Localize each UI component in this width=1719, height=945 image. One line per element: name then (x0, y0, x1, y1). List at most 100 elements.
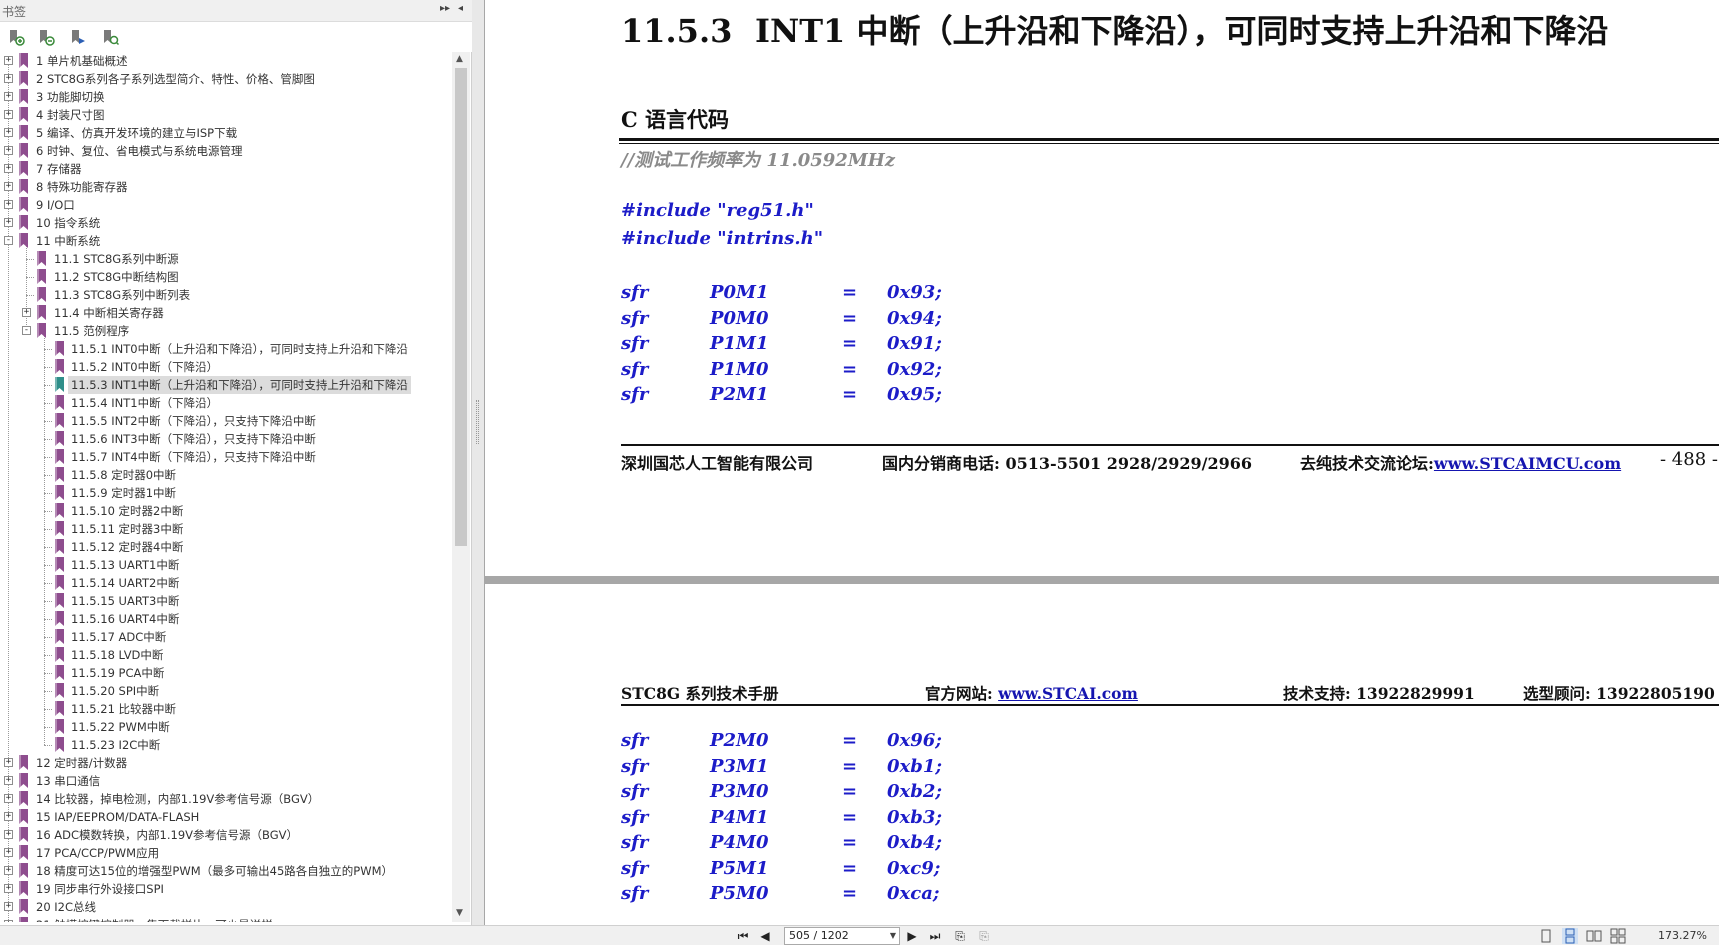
expand-icon[interactable]: + (4, 920, 13, 922)
expand-icon[interactable]: + (4, 218, 13, 227)
bookmark-chapter[interactable]: +21 触摸按键控制器，集下载样片，可少量送样 (0, 916, 450, 922)
next-page-icon[interactable]: ▶ (904, 928, 920, 944)
bookmark-item[interactable]: 11.5.14 UART2中断 (0, 574, 450, 592)
bookmark-label[interactable]: 11.5.20 SPI中断 (68, 682, 162, 700)
expand-icon[interactable]: + (4, 164, 13, 173)
expand-icon[interactable]: + (4, 182, 13, 191)
bookmark-chapter[interactable]: +14 比较器，掉电检测，内部1.19V参考信号源（BGV） (0, 790, 450, 808)
previous-view-icon[interactable]: ⎘ (952, 928, 968, 944)
collapse-icon[interactable]: - (22, 326, 31, 335)
bookmark-chapter[interactable]: +15 IAP/EEPROM/DATA-FLASH (0, 808, 450, 826)
scroll-down-icon[interactable]: ▼ (456, 908, 463, 918)
single-page-view-icon[interactable] (1538, 928, 1554, 944)
bookmark-chapter[interactable]: +18 精度可达15位的增强型PWM（最多可输出45路各自独立的PWM） (0, 862, 450, 880)
bookmark-chapter[interactable]: +9 I/O口 (0, 196, 450, 214)
bookmark-label[interactable]: 11.5.11 定时器3中断 (68, 520, 186, 538)
expand-icon[interactable]: + (4, 200, 13, 209)
bookmark-label[interactable]: 6 时钟、复位、省电模式与系统电源管理 (33, 142, 245, 160)
bookmark-item[interactable]: 11.5.6 INT3中断（下降沿），只支持下降沿中断 (0, 430, 450, 448)
collapse-all-icon[interactable] (36, 28, 56, 48)
expand-icon[interactable]: + (4, 758, 13, 767)
site-link[interactable]: www.STCAI.com (998, 684, 1138, 703)
bookmark-label[interactable]: 13 串口通信 (33, 772, 103, 790)
expand-icon[interactable]: + (4, 128, 13, 137)
expand-icon[interactable]: + (22, 308, 31, 317)
expand-icon[interactable]: + (4, 848, 13, 857)
first-page-icon[interactable]: ⏮ (735, 928, 751, 944)
continuous-facing-view-icon[interactable] (1610, 928, 1626, 944)
bookmark-item[interactable]: 11.5.22 PWM中断 (0, 718, 450, 736)
expand-icon[interactable]: + (4, 866, 13, 875)
bookmark-label[interactable]: 11.5.5 INT2中断（下降沿），只支持下降沿中断 (68, 412, 319, 430)
bookmark-item[interactable]: 11.5.11 定时器3中断 (0, 520, 450, 538)
bookmark-chapter[interactable]: +17 PCA/CCP/PWM应用 (0, 844, 450, 862)
bookmark-item[interactable]: - 11.5 范例程序 (0, 322, 450, 340)
document-view[interactable]: 11.5.3 INT1 中断（上升沿和下降沿），可同时支持上升沿和下降沿 C 语言… (484, 0, 1719, 925)
bookmark-item[interactable]: 11.5.19 PCA中断 (0, 664, 450, 682)
continuous-view-icon[interactable] (1562, 928, 1578, 944)
bookmark-chapter[interactable]: +5 编译、仿真开发环境的建立与ISP下载 (0, 124, 450, 142)
bookmark-chapter[interactable]: +20 I2C总线 (0, 898, 450, 916)
bookmark-item[interactable]: 11.5.5 INT2中断（下降沿），只支持下降沿中断 (0, 412, 450, 430)
bookmark-chapter[interactable]: +6 时钟、复位、省电模式与系统电源管理 (0, 142, 450, 160)
last-page-icon[interactable]: ⏭ (927, 928, 943, 944)
expand-icon[interactable]: + (4, 902, 13, 911)
bookmark-chapter[interactable]: +19 同步串行外设接口SPI (0, 880, 450, 898)
bookmark-label[interactable]: 16 ADC模数转换，内部1.19V参考信号源（BGV） (33, 826, 301, 844)
bookmark-chapter[interactable]: +13 串口通信 (0, 772, 450, 790)
bookmark-label[interactable]: 11.5.1 INT0中断（上升沿和下降沿），可同时支持上升沿和下降沿 (68, 340, 411, 358)
bookmark-chapter[interactable]: +3 功能脚切换 (0, 88, 450, 106)
bookmark-item[interactable]: 11.5.15 UART3中断 (0, 592, 450, 610)
bookmark-label[interactable]: 4 封装尺寸图 (33, 106, 107, 124)
bookmark-label[interactable]: 11.5.10 定时器2中断 (68, 502, 186, 520)
facing-view-icon[interactable] (1586, 928, 1602, 944)
bookmark-label[interactable]: 3 功能脚切换 (33, 88, 107, 106)
scroll-up-icon[interactable]: ▲ (456, 54, 463, 64)
expand-icon[interactable]: + (4, 74, 13, 83)
bookmarks-scrollbar[interactable]: ▲ ▼ (452, 52, 470, 922)
bookmark-label[interactable]: 11.5.18 LVD中断 (68, 646, 166, 664)
expand-icon[interactable]: + (4, 884, 13, 893)
zoom-level[interactable]: 173.27% (1658, 929, 1707, 942)
bookmark-label[interactable]: 11.5.9 定时器1中断 (68, 484, 179, 502)
bookmark-chapter[interactable]: +1 单片机基础概述 (0, 52, 450, 70)
bookmark-label[interactable]: 11.5.2 INT0中断（下降沿） (68, 358, 221, 376)
bookmark-item[interactable]: 11.5.8 定时器0中断 (0, 466, 450, 484)
bookmark-item[interactable]: 11.5.7 INT4中断（下降沿），只支持下降沿中断 (0, 448, 450, 466)
expand-icon[interactable]: + (4, 776, 13, 785)
bookmark-label[interactable]: 11.2 STC8G中断结构图 (51, 268, 182, 286)
bookmark-chapter[interactable]: +16 ADC模数转换，内部1.19V参考信号源（BGV） (0, 826, 450, 844)
bookmark-chapter[interactable]: +12 定时器/计数器 (0, 754, 450, 772)
bookmark-label[interactable]: 11.5.21 比较器中断 (68, 700, 179, 718)
bookmark-label[interactable]: 11.5.3 INT1中断（上升沿和下降沿），可同时支持上升沿和下降沿 (68, 376, 411, 394)
bookmark-label[interactable]: 11.5 范例程序 (51, 322, 132, 340)
chevron-down-icon[interactable]: ▼ (890, 928, 896, 944)
bookmark-chapter[interactable]: +2 STC8G系列各子系列选型简介、特性、价格、管脚图 (0, 70, 450, 88)
bookmark-item[interactable]: 11.5.3 INT1中断（上升沿和下降沿），可同时支持上升沿和下降沿 (0, 376, 450, 394)
bookmark-label[interactable]: 8 特殊功能寄存器 (33, 178, 130, 196)
bookmark-item[interactable]: 11.5.12 定时器4中断 (0, 538, 450, 556)
bookmark-label[interactable]: 18 精度可达15位的增强型PWM（最多可输出45路各自独立的PWM） (33, 862, 396, 880)
bookmark-item[interactable]: 11.1 STC8G系列中断源 (0, 250, 450, 268)
bookmark-label[interactable]: 2 STC8G系列各子系列选型简介、特性、价格、管脚图 (33, 70, 318, 88)
bookmark-label[interactable]: 19 同步串行外设接口SPI (33, 880, 167, 898)
bookmark-label[interactable]: 11.5.8 定时器0中断 (68, 466, 179, 484)
expand-icon[interactable]: + (4, 812, 13, 821)
bookmark-chapter[interactable]: +4 封装尺寸图 (0, 106, 450, 124)
bookmark-item[interactable]: 11.2 STC8G中断结构图 (0, 268, 450, 286)
bookmark-item[interactable]: 11.5.21 比较器中断 (0, 700, 450, 718)
bookmark-label[interactable]: 12 定时器/计数器 (33, 754, 130, 772)
bookmark-label[interactable]: 9 I/O口 (33, 196, 78, 214)
bookmark-chapter[interactable]: +7 存储器 (0, 160, 450, 178)
expand-icon[interactable]: + (4, 830, 13, 839)
bookmark-label[interactable]: 7 存储器 (33, 160, 84, 178)
collapse-icon[interactable]: - (4, 236, 13, 245)
bookmark-item[interactable]: 11.5.4 INT1中断（下降沿） (0, 394, 450, 412)
bookmark-label[interactable]: 21 触摸按键控制器，集下载样片，可少量送样 (33, 916, 276, 922)
bookmark-item[interactable]: 11.5.23 I2C中断 (0, 736, 450, 754)
bookmark-label[interactable]: 11.3 STC8G系列中断列表 (51, 286, 193, 304)
bookmark-chapter[interactable]: +10 指令系统 (0, 214, 450, 232)
splitter-grip[interactable] (476, 400, 479, 444)
bookmark-item[interactable]: 11.5.13 UART1中断 (0, 556, 450, 574)
bookmark-label[interactable]: 17 PCA/CCP/PWM应用 (33, 844, 162, 862)
